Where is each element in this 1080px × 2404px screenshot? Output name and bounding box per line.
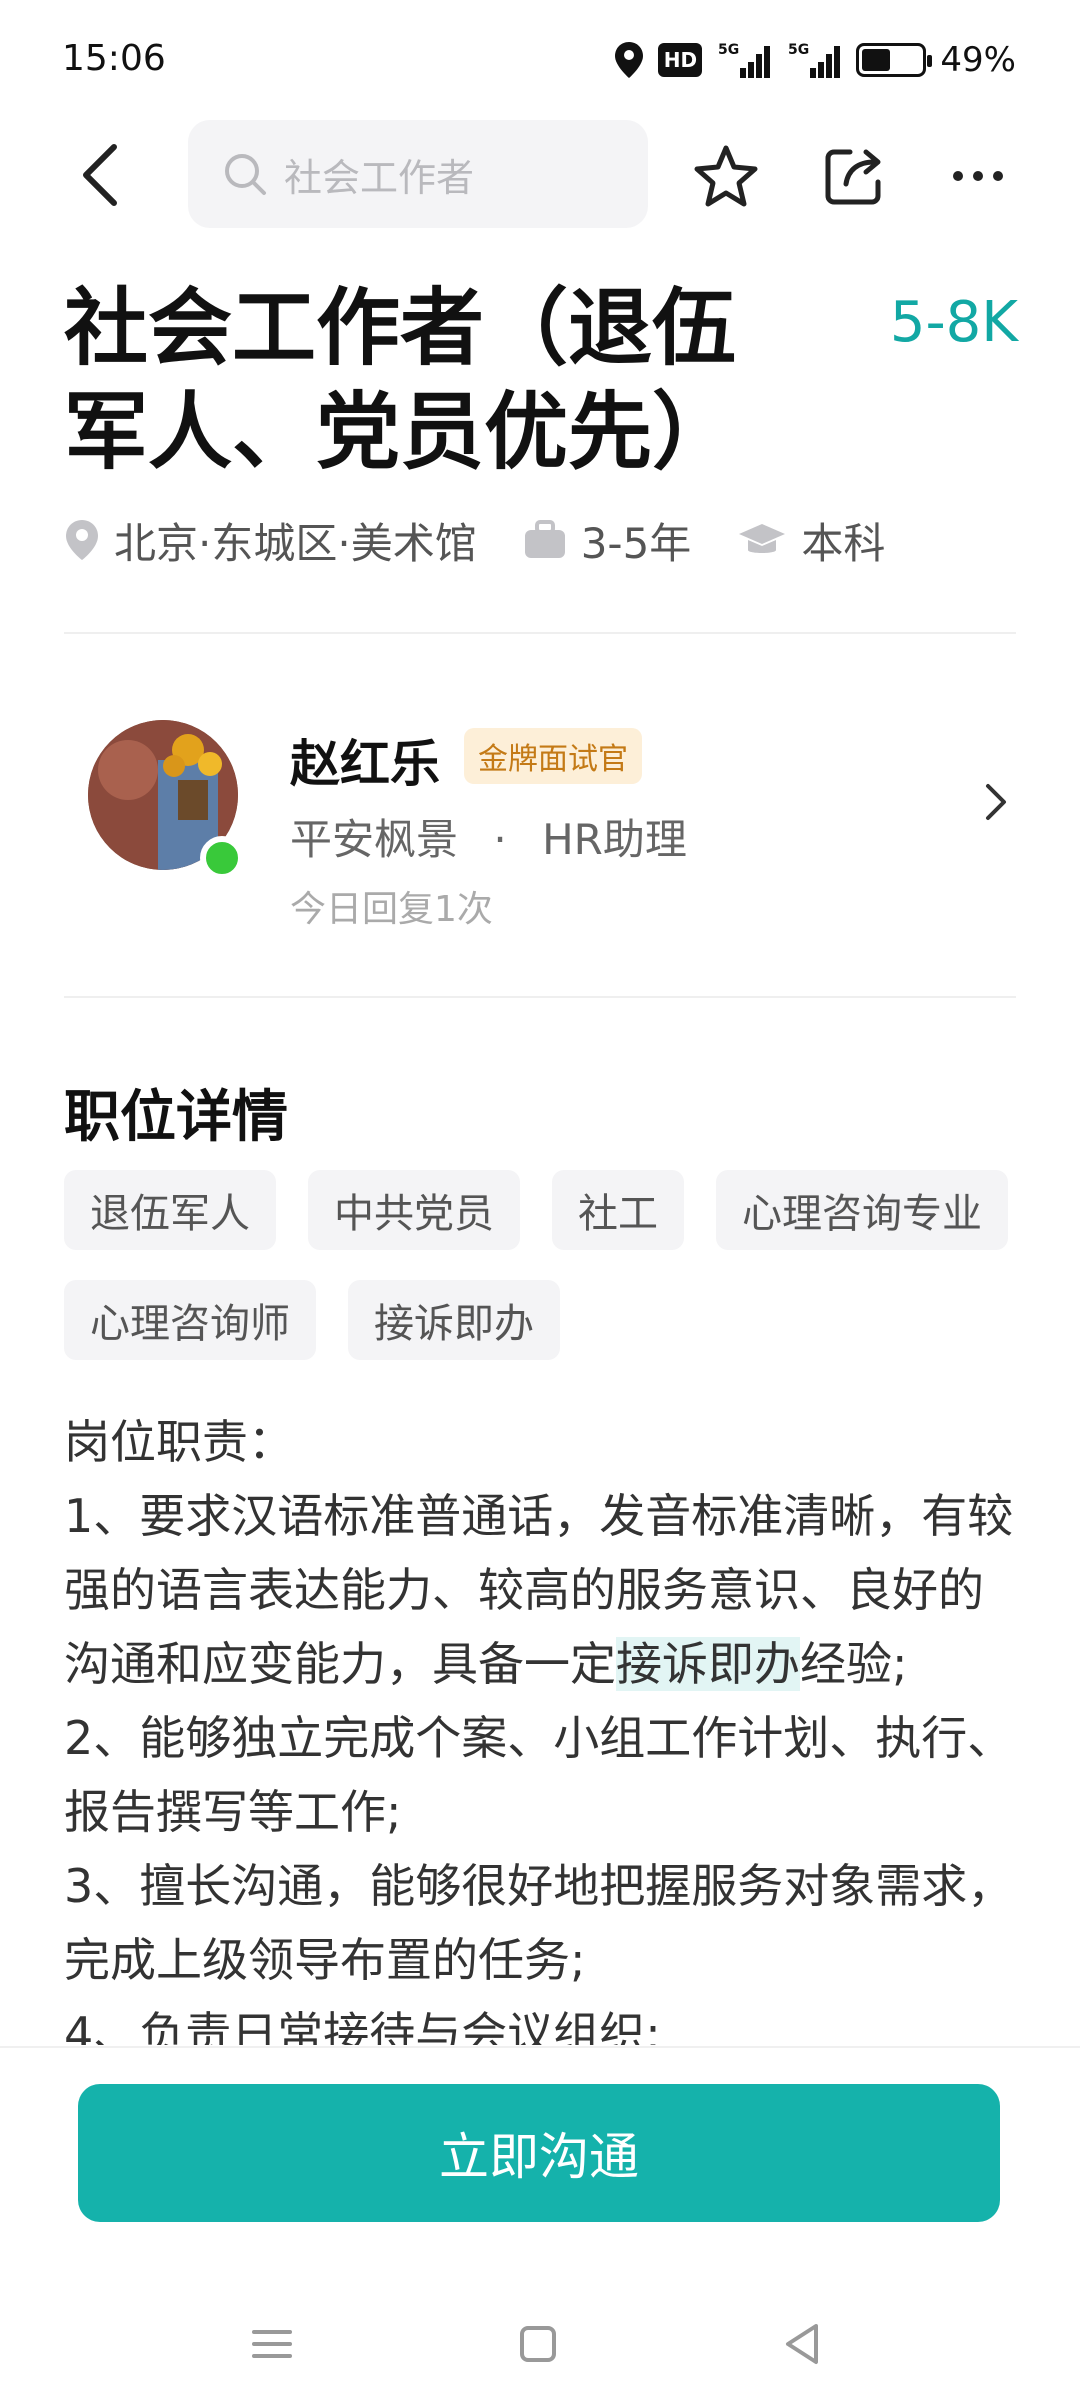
star-icon (694, 145, 758, 207)
signal-5g-icon-2: 5G (786, 40, 842, 80)
description-item-1: 1、要求汉语标准普通话，发音标准清晰，有较强的语言表达能力、较高的服务意识、良好… (64, 1479, 1024, 1701)
system-back-button[interactable] (770, 2312, 834, 2376)
divider (64, 632, 1016, 634)
hd-icon: HD (658, 43, 703, 77)
location-item: 北京·东城区·美术馆 (64, 510, 477, 571)
tag: 心理咨询专业 (716, 1170, 1008, 1250)
item-1-end: 经验; (800, 1637, 908, 1691)
svg-text:5G: 5G (788, 42, 809, 58)
status-time: 15:06 (62, 38, 166, 79)
share-button[interactable] (818, 140, 890, 212)
education-text: 本科 (801, 518, 886, 568)
back-triangle-icon (786, 2324, 818, 2364)
more-icon (953, 171, 1003, 181)
job-title-line-1: 社会工作者（退伍 (64, 279, 737, 377)
battery-fill (862, 49, 891, 71)
job-description: 岗位职责： 1、要求汉语标准普通话，发音标准清晰，有较强的语言表达能力、较高的服… (64, 1405, 1024, 2045)
search-input[interactable]: 社会工作者 (188, 120, 648, 228)
recruiter-role: HR助理 (542, 815, 687, 864)
recruiter-name: 赵红乐 (290, 735, 440, 793)
menu-icon (252, 2330, 292, 2358)
recruiter-card[interactable]: 赵红乐 金牌面试官 平安枫景 · HR助理 今日回复1次 (64, 690, 1016, 960)
recruiter-chevron[interactable] (976, 772, 1016, 832)
chevron-right-icon (986, 784, 1006, 820)
description-item-3: 3、擅长沟通，能够很好地把握服务对象需求，完成上级领导布置的任务; (64, 1859, 1014, 1987)
company-separator: · (493, 815, 507, 864)
more-button[interactable] (942, 140, 1014, 212)
battery-icon (856, 43, 933, 77)
tag: 退伍军人 (64, 1170, 276, 1250)
tag: 接诉即办 (348, 1280, 560, 1360)
back-icon (83, 144, 117, 206)
tag: 中共党员 (308, 1170, 520, 1250)
job-title: 社会工作者（退伍 军人、党员优先） (64, 276, 804, 484)
online-status-dot (200, 836, 244, 880)
home-button[interactable] (506, 2312, 570, 2376)
description-item-4: 4、负责日常接待与会议组织; (64, 2007, 661, 2045)
search-placeholder: 社会工作者 (284, 155, 475, 200)
signal-5g-icon-1: 5G (716, 40, 772, 80)
reply-stat: 今日回复1次 (290, 889, 493, 930)
briefcase-icon (524, 520, 565, 558)
recruiter-company: 平安枫景 · HR助理 (290, 806, 687, 867)
location-icon (66, 520, 98, 560)
system-nav-bar (0, 2304, 1080, 2384)
divider (64, 996, 1016, 998)
section-title: 职位详情 (64, 1085, 288, 1150)
favorite-button[interactable] (690, 140, 762, 212)
experience-text: 3-5年 (580, 518, 692, 568)
bottom-panel: 立即沟通 (0, 2046, 1080, 2404)
description-item-2: 2、能够独立完成个案、小组工作计划、执行、报告撰写等工作; (64, 1711, 1014, 1839)
top-nav: 社会工作者 (0, 118, 1080, 230)
back-button[interactable] (70, 140, 130, 210)
description-heading: 岗位职责： (64, 1415, 294, 1469)
highlight-keyword[interactable]: 接诉即办 (616, 1637, 800, 1691)
tag-list: 退伍军人 中共党员 社工 心理咨询专业 心理咨询师 接诉即办 (64, 1170, 1034, 1360)
job-title-line-2: 军人、党员优先） (64, 383, 737, 481)
status-icons: HD 5G 5G 49% (614, 36, 1016, 84)
tag: 心理咨询师 (64, 1280, 316, 1360)
graduation-cap-icon (739, 524, 786, 553)
salary: 5-8K (889, 290, 1018, 355)
experience-item: 3-5年 (523, 510, 692, 571)
job-meta: 北京·东城区·美术馆 3-5年 本科 (64, 510, 931, 570)
share-icon (825, 149, 881, 205)
tag: 社工 (552, 1170, 684, 1250)
location-status-icon (614, 41, 644, 79)
home-icon (520, 2326, 556, 2362)
battery-percent: 49% (940, 40, 1016, 80)
chat-now-button[interactable]: 立即沟通 (78, 2084, 1000, 2222)
svg-text:5G: 5G (718, 42, 739, 58)
search-icon (225, 154, 266, 195)
location-text: 北京·东城区·美术馆 (114, 518, 477, 568)
company-name: 平安枫景 (290, 815, 459, 864)
menu-button[interactable] (240, 2312, 304, 2376)
education-item: 本科 (737, 510, 885, 571)
gold-interviewer-badge: 金牌面试官 (464, 728, 642, 784)
status-bar: 15:06 HD 5G 5G 49% (0, 0, 1080, 120)
